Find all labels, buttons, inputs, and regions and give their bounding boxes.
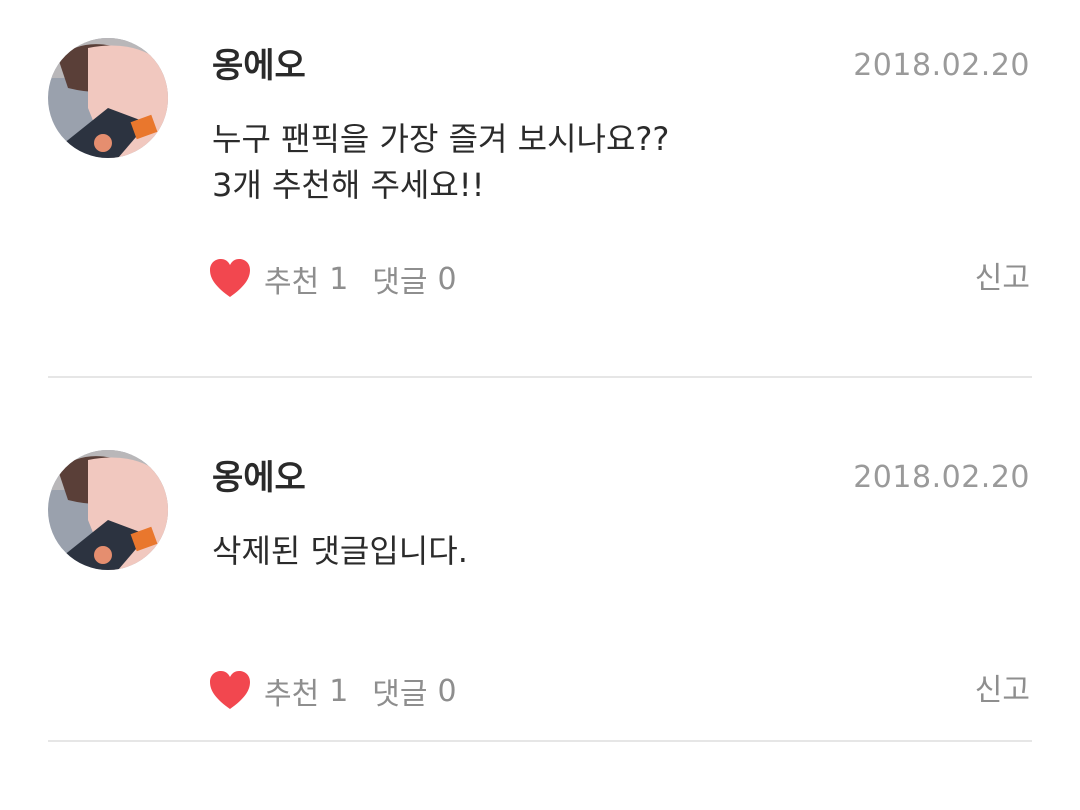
comment-label[interactable]: 댓글 [372, 257, 427, 301]
report-button[interactable]: 신고 [975, 254, 1030, 304]
comment-item: 옹에오 2018.02.20 삭제된 댓글입니다. 추천 1 댓글 0 신고 [0, 412, 1080, 752]
report-button[interactable]: 신고 [975, 666, 1030, 716]
author-name[interactable]: 옹에오 [212, 42, 306, 90]
author-name[interactable]: 옹에오 [212, 454, 306, 502]
heart-icon[interactable] [208, 669, 252, 713]
post-date: 2018.02.20 [853, 460, 1030, 495]
comment-text: 누구 팬픽을 가장 즐겨 보시나요?? 3개 추천해 주세요!! [212, 120, 670, 204]
comment-text: 삭제된 댓글입니다. [212, 532, 468, 570]
comment-label[interactable]: 댓글 [372, 669, 427, 713]
avatar[interactable] [48, 38, 168, 158]
heart-icon[interactable] [208, 257, 252, 301]
divider [48, 740, 1032, 742]
action-bar: 추천 1 댓글 0 [208, 254, 457, 304]
action-bar: 추천 1 댓글 0 [208, 666, 457, 716]
comment-item: 옹에오 2018.02.20 누구 팬픽을 가장 즐겨 보시나요?? 3개 추천… [0, 0, 1080, 340]
like-label[interactable]: 추천 [264, 669, 319, 713]
avatar[interactable] [48, 450, 168, 570]
comment-count: 0 [437, 673, 457, 709]
like-label[interactable]: 추천 [264, 257, 319, 301]
like-count: 1 [329, 673, 349, 709]
post-date: 2018.02.20 [853, 48, 1030, 83]
comment-count: 0 [437, 261, 457, 297]
like-count: 1 [329, 261, 349, 297]
divider [48, 376, 1032, 378]
